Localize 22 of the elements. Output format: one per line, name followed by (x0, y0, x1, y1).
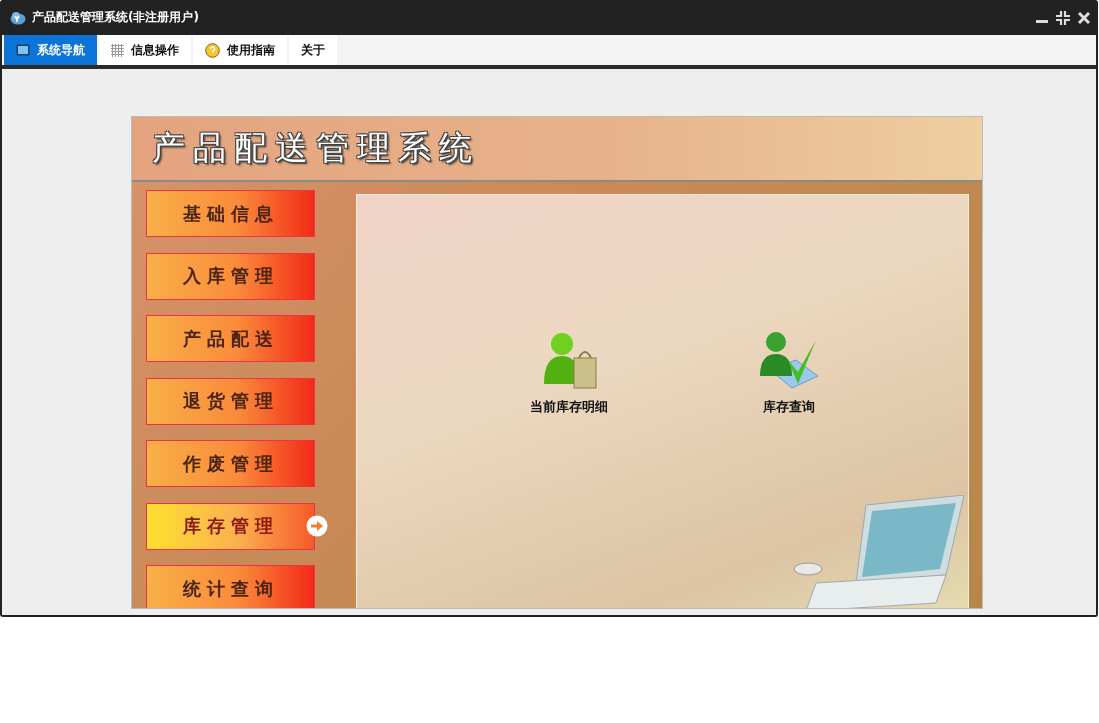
nav-button[interactable]: 退货管理 (146, 377, 315, 425)
tab[interactable]: 系统导航 (4, 35, 97, 65)
nav-button[interactable]: 作废管理 (146, 440, 315, 487)
nav-button[interactable]: 统计查询 (146, 565, 315, 608)
app-title: 产品配送管理系统 (152, 127, 480, 169)
shortcut-label[interactable]: 库存查询 (763, 398, 815, 416)
nav-button[interactable]: 基础信息 (146, 190, 315, 237)
restore-icon[interactable] (1056, 10, 1070, 25)
close-icon[interactable] (1078, 11, 1090, 24)
monitor-icon (16, 44, 30, 56)
tab[interactable]: 关于 (289, 35, 337, 65)
window-title: 产品配送管理系统(非注册用户) (32, 9, 199, 26)
nav-button[interactable]: 产品配送 (146, 315, 315, 362)
cloud-logo-icon (10, 10, 26, 25)
nav-button[interactable]: 库存管理 (146, 502, 315, 550)
tab[interactable]: 使用指南 (193, 35, 287, 65)
grid-icon (111, 43, 124, 57)
tab[interactable]: 信息操作 (99, 35, 191, 65)
shortcut-label[interactable]: 当前库存明细 (530, 398, 608, 416)
nav-button[interactable]: 入库管理 (146, 252, 315, 300)
help-icon (205, 42, 220, 58)
arrow-right-icon (306, 514, 328, 537)
